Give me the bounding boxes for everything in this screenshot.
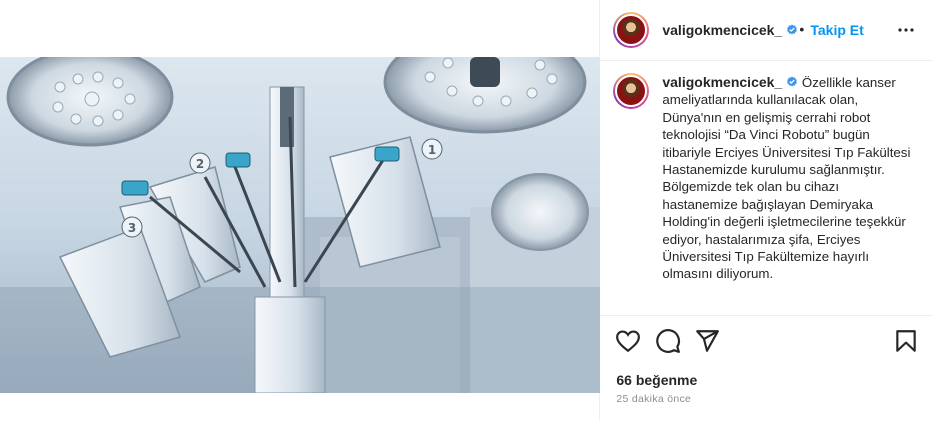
arm-number-3: 3 <box>128 221 136 235</box>
more-options-icon[interactable] <box>896 20 916 40</box>
post-media-panel: 2 1 3 <box>0 0 601 421</box>
caption-avatar[interactable] <box>613 73 650 109</box>
caption-text: Özellikle kanser ameliyatlarında kullanı… <box>662 75 915 282</box>
heart-icon[interactable] <box>615 328 641 354</box>
verified-badge-icon <box>787 24 798 35</box>
post-timestamp[interactable]: 25 dakika önce <box>616 393 691 405</box>
like-count[interactable]: 66 beğenme <box>616 372 697 388</box>
header-username[interactable]: valigokmencicek_ <box>662 22 798 38</box>
post-caption: valigokmencicek_ Özellikle kanser ameliy… <box>600 61 933 316</box>
caption-avatar-image <box>615 75 648 107</box>
header-username-text[interactable]: valigokmencicek_ <box>662 22 782 38</box>
send-icon[interactable] <box>694 328 720 354</box>
instagram-post: 2 1 3 valigokmencicek_ • Takip Et valigo… <box>0 0 933 421</box>
post-header: valigokmencicek_ • Takip Et <box>600 0 933 61</box>
surgical-robot-illustration: 2 1 3 <box>0 57 600 393</box>
bookmark-icon[interactable] <box>893 328 919 354</box>
follow-button[interactable]: Takip Et <box>810 22 863 38</box>
arm-number-2: 2 <box>196 157 204 171</box>
post-image[interactable]: 2 1 3 <box>0 57 600 393</box>
verified-badge-icon <box>787 76 798 87</box>
caption-username[interactable]: valigokmencicek_ <box>662 74 782 90</box>
caption-body: valigokmencicek_ Özellikle kanser ameliy… <box>662 74 917 283</box>
avatar[interactable] <box>613 12 650 48</box>
header-separator: • <box>799 21 805 37</box>
post-side-panel: valigokmencicek_ • Takip Et valigokmenci… <box>600 0 933 421</box>
post-actions <box>600 328 933 358</box>
arm-number-1: 1 <box>428 143 436 157</box>
avatar-image <box>615 14 648 46</box>
comment-icon[interactable] <box>655 328 681 354</box>
